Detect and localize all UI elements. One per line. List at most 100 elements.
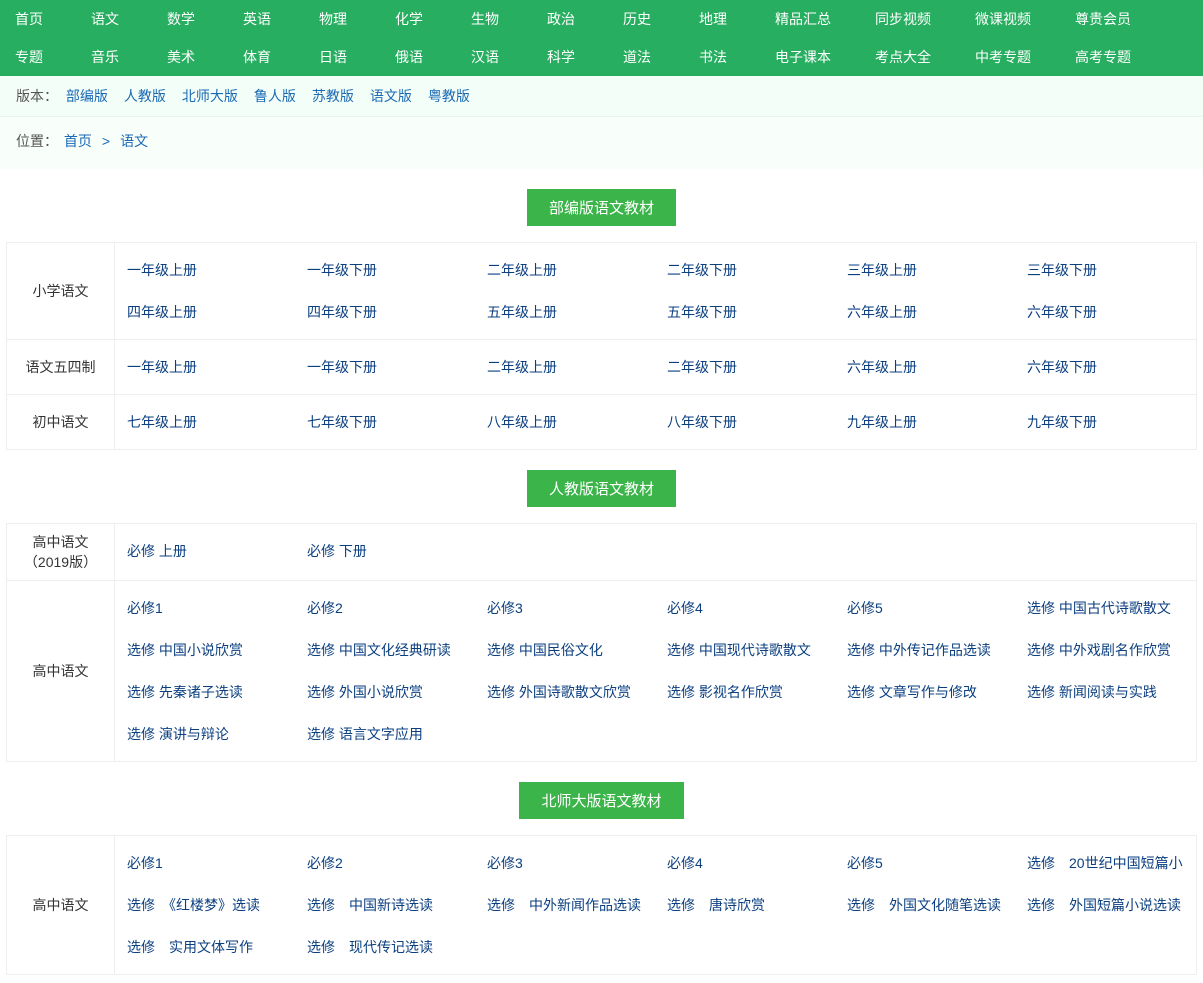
nav-link[interactable]: 美术 [167,49,195,65]
textbook-link[interactable]: 一年级上册 [127,359,197,375]
textbook-link[interactable]: 九年级下册 [1027,414,1097,430]
nav-link[interactable]: 生物 [471,11,499,27]
textbook-link[interactable]: 选修 演讲与辩论 [127,726,229,742]
textbook-link[interactable]: 选修 中外戏剧名作欣赏 [1027,642,1171,658]
nav-link[interactable]: 体育 [243,49,271,65]
nav-link[interactable]: 书法 [699,49,727,65]
textbook-section: 人教版语文教材高中语文（2019版）必修 上册必修 下册高中语文必修1必修2必修… [0,470,1203,762]
textbook-link[interactable]: 选修 20世纪中国短篇小 [1027,855,1183,871]
textbook-link[interactable]: 一年级下册 [307,262,377,278]
version-filter-link[interactable]: 鲁人版 [254,88,296,104]
textbook-link[interactable]: 五年级下册 [667,304,737,320]
textbook-link[interactable]: 五年级上册 [487,304,557,320]
textbook-link[interactable]: 选修 中国民俗文化 [487,642,603,658]
textbook-link[interactable]: 必修 上册 [127,543,187,559]
textbook-link[interactable]: 选修 《红楼梦》选读 [127,897,260,913]
textbook-link[interactable]: 选修 外国文化随笔选读 [847,897,1001,913]
textbook-link[interactable]: 必修1 [127,600,163,616]
textbook-link[interactable]: 八年级上册 [487,414,557,430]
nav-link[interactable]: 物理 [319,11,347,27]
textbook-link[interactable]: 必修1 [127,855,163,871]
nav-link[interactable]: 地理 [699,11,727,27]
version-filter-link[interactable]: 粤教版 [428,88,470,104]
textbook-link[interactable]: 选修 外国诗歌散文欣赏 [487,684,631,700]
textbook-link[interactable]: 选修 中国古代诗歌散文 [1027,600,1171,616]
textbook-link[interactable]: 一年级下册 [307,359,377,375]
grid-row: 高中语文必修1必修2必修3必修4必修5选修 20世纪中国短篇小选修 《红楼梦》选… [7,836,1196,974]
textbook-link[interactable]: 必修2 [307,855,343,871]
nav-link[interactable]: 考点大全 [875,49,931,65]
nav-link[interactable]: 日语 [319,49,347,65]
textbook-link[interactable]: 三年级上册 [847,262,917,278]
nav-link[interactable]: 语文 [91,11,119,27]
textbook-link[interactable]: 选修 唐诗欣赏 [667,897,765,913]
version-filter-link[interactable]: 苏教版 [312,88,354,104]
textbook-link[interactable]: 选修 中国现代诗歌散文 [667,642,811,658]
textbook-link[interactable]: 必修3 [487,600,523,616]
nav-link[interactable]: 数学 [167,11,195,27]
nav-link[interactable]: 专题 [15,49,43,65]
textbook-link[interactable]: 选修 影视名作欣赏 [667,684,783,700]
nav-link[interactable]: 同步视频 [875,11,931,27]
version-filter-link[interactable]: 语文版 [370,88,412,104]
textbook-link[interactable]: 八年级下册 [667,414,737,430]
textbook-link[interactable]: 必修 下册 [307,543,367,559]
nav-link[interactable]: 音乐 [91,49,119,65]
nav-link[interactable]: 精品汇总 [775,11,831,27]
textbook-link[interactable]: 选修 新闻阅读与实践 [1027,684,1157,700]
textbook-link[interactable]: 必修2 [307,600,343,616]
textbook-link[interactable]: 六年级上册 [847,359,917,375]
version-filter-link[interactable]: 北师大版 [182,88,238,104]
nav-link[interactable]: 历史 [623,11,651,27]
nav-link[interactable]: 电子课本 [775,49,831,65]
nav-link[interactable]: 汉语 [471,49,499,65]
nav-link[interactable]: 科学 [547,49,575,65]
row-label: 高中语文（2019版） [7,524,115,580]
nav-link[interactable]: 政治 [547,11,575,27]
nav-link[interactable]: 中考专题 [975,49,1031,65]
textbook-link[interactable]: 六年级下册 [1027,304,1097,320]
textbook-link[interactable]: 选修 文章写作与修改 [847,684,977,700]
nav-link[interactable]: 化学 [395,11,423,27]
textbook-link[interactable]: 六年级上册 [847,304,917,320]
textbook-link[interactable]: 六年级下册 [1027,359,1097,375]
nav-link[interactable]: 俄语 [395,49,423,65]
textbook-link[interactable]: 四年级下册 [307,304,377,320]
textbook-link[interactable]: 二年级上册 [487,359,557,375]
nav-link[interactable]: 英语 [243,11,271,27]
textbook-link[interactable]: 选修 外国小说欣赏 [307,684,423,700]
textbook-link[interactable]: 选修 现代传记选读 [307,939,433,955]
textbook-link[interactable]: 七年级上册 [127,414,197,430]
textbook-link[interactable]: 四年级上册 [127,304,197,320]
textbook-link[interactable]: 选修 语言文字应用 [307,726,423,742]
nav-link[interactable]: 尊贵会员 [1075,11,1131,27]
textbook-link[interactable]: 必修4 [667,600,703,616]
textbook-link[interactable]: 选修 中国小说欣赏 [127,642,243,658]
version-filter-link[interactable]: 人教版 [124,88,166,104]
nav-link[interactable]: 首页 [15,11,43,27]
version-filter-link[interactable]: 部编版 [66,88,108,104]
textbook-link[interactable]: 选修 中国文化经典研读 [307,642,451,658]
nav-link[interactable]: 高考专题 [1075,49,1131,65]
breadcrumb-link[interactable]: 首页 [64,133,92,149]
textbook-link[interactable]: 一年级上册 [127,262,197,278]
textbook-link[interactable]: 必修5 [847,855,883,871]
textbook-link[interactable]: 二年级下册 [667,359,737,375]
textbook-link[interactable]: 七年级下册 [307,414,377,430]
textbook-link[interactable]: 选修 实用文体写作 [127,939,253,955]
textbook-link[interactable]: 必修4 [667,855,703,871]
breadcrumb-link[interactable]: 语文 [120,133,148,149]
textbook-link[interactable]: 三年级下册 [1027,262,1097,278]
textbook-link[interactable]: 选修 先秦诸子选读 [127,684,243,700]
textbook-link[interactable]: 选修 外国短篇小说选读 [1027,897,1181,913]
textbook-link[interactable]: 二年级上册 [487,262,557,278]
textbook-link[interactable]: 选修 中国新诗选读 [307,897,433,913]
textbook-link[interactable]: 二年级下册 [667,262,737,278]
textbook-link[interactable]: 必修3 [487,855,523,871]
nav-link[interactable]: 道法 [623,49,651,65]
textbook-link[interactable]: 九年级上册 [847,414,917,430]
textbook-link[interactable]: 选修 中外传记作品选读 [847,642,991,658]
textbook-link[interactable]: 选修 中外新闻作品选读 [487,897,641,913]
textbook-link[interactable]: 必修5 [847,600,883,616]
nav-link[interactable]: 微课视频 [975,11,1031,27]
